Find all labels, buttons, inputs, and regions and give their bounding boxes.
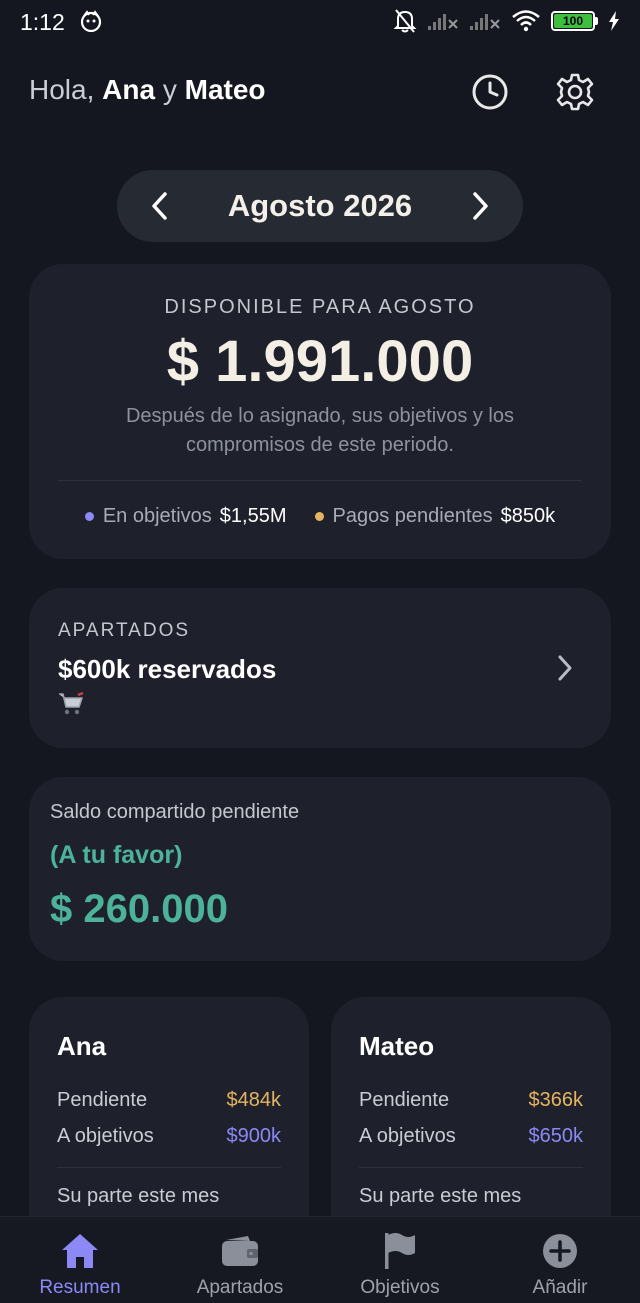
available-amount: $ 1.991.000 [166, 329, 474, 394]
greeting-prefix: Hola, [29, 74, 95, 105]
user-name-1: Ana [102, 74, 156, 105]
gear-icon [556, 73, 594, 111]
clock-icon [472, 74, 508, 110]
stat-goals: En objetivos $1,55M [84, 505, 287, 528]
settings-button[interactable] [555, 70, 595, 114]
stat-pending-value: $850k [500, 505, 556, 527]
apartados-card[interactable]: APARTADOS $600k reservados [29, 588, 611, 748]
pending-row: Pendiente $366k [359, 1089, 583, 1112]
goals-row: A objetivos $650k [359, 1125, 583, 1148]
nav-label-apartados: Apartados [196, 1277, 284, 1298]
charging-icon [609, 11, 619, 31]
goals-row: A objetivos $900k [57, 1125, 281, 1148]
stat-goals-value: $1,55M [219, 505, 287, 527]
signal-icon-2 [470, 14, 500, 30]
wallet-icon [220, 1231, 260, 1271]
nav-item-anadir[interactable]: Añadir [480, 1217, 640, 1303]
goals-label: A objetivos [57, 1125, 154, 1147]
pending-row: Pendiente $484k [57, 1089, 281, 1112]
chevron-right-icon [558, 655, 572, 681]
nav-item-resumen[interactable]: Resumen [0, 1217, 160, 1303]
available-description: Después de lo asignado, sus objetivos y … [125, 405, 514, 456]
pending-dot [314, 512, 324, 521]
bell-off-icon [393, 9, 417, 33]
goals-dot [84, 512, 94, 521]
shared-balance-label: Saldo compartido pendiente [50, 801, 300, 823]
apartados-label: APARTADOS [58, 620, 191, 641]
pending-value: $366k [528, 1089, 584, 1111]
available-card: DISPONIBLE PARA AGOSTO $ 1.991.000 Despu… [29, 264, 611, 559]
share-label: Su parte este mes [359, 1185, 522, 1207]
stat-pending: Pagos pendientes $850k [314, 505, 556, 528]
pending-value: $484k [226, 1089, 282, 1111]
history-button[interactable] [470, 70, 510, 114]
stat-goals-label: En objetivos [102, 505, 212, 527]
cart-icon [59, 692, 84, 715]
nav-label-anadir: Añadir [532, 1277, 588, 1298]
greeting: Hola, Ana y Mateo [29, 74, 266, 106]
chevron-right-icon [473, 192, 488, 220]
flag-icon [380, 1231, 420, 1271]
pending-label: Pendiente [359, 1089, 450, 1111]
signal-icon [428, 14, 458, 30]
user-name-2: Mateo [184, 74, 266, 105]
month-selector: Agosto 2026 [117, 170, 523, 242]
divider [58, 480, 582, 481]
shared-balance-card[interactable]: Saldo compartido pendiente (A tu favor) … [29, 777, 611, 961]
wifi-icon [512, 10, 540, 32]
bottom-nav: Resumen Apartados Objetivos Añadir [0, 1216, 640, 1303]
battery-level: 100 [554, 14, 592, 28]
add-circle-icon [540, 1231, 580, 1271]
available-stats: En objetivos $1,55M Pagos pendientes $85… [29, 505, 611, 528]
shared-balance-amount: $ 260.000 [50, 887, 228, 931]
person-name: Mateo [359, 1031, 435, 1061]
goals-value: $650k [528, 1125, 584, 1147]
share-label: Su parte este mes [57, 1185, 220, 1207]
divider [359, 1167, 583, 1168]
apartados-title: $600k reservados [58, 654, 277, 684]
goals-label: A objetivos [359, 1125, 456, 1147]
goals-value: $900k [226, 1125, 282, 1147]
status-time: 1:12 [20, 9, 65, 35]
status-bar: 1:12 100 [0, 0, 640, 44]
battery-indicator: 100 [551, 11, 598, 31]
notification-app-icon [80, 10, 102, 32]
nav-label-objetivos: Objetivos [360, 1277, 440, 1298]
nav-item-apartados[interactable]: Apartados [160, 1217, 320, 1303]
nav-item-objetivos[interactable]: Objetivos [320, 1217, 480, 1303]
next-month-button[interactable] [463, 188, 499, 224]
pending-label: Pendiente [57, 1089, 148, 1111]
greeting-connector: y [162, 74, 177, 105]
stat-pending-label: Pagos pendientes [332, 505, 493, 527]
available-label: DISPONIBLE PARA AGOSTO [164, 296, 476, 318]
person-name: Ana [57, 1031, 107, 1061]
divider [57, 1167, 281, 1168]
shared-balance-status: (A tu favor) [50, 841, 183, 869]
nav-label-resumen: Resumen [39, 1277, 121, 1298]
home-icon [60, 1231, 100, 1271]
